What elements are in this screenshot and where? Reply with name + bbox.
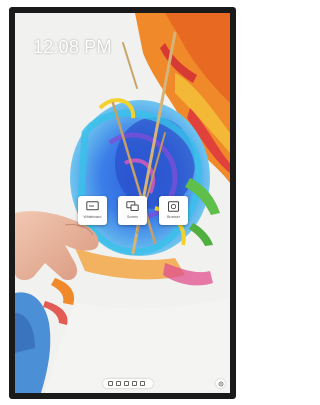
whiteboard-button[interactable]: Whiteboard — [78, 196, 107, 225]
browser-icon — [168, 201, 179, 212]
apps-icon[interactable] — [124, 381, 129, 386]
screen-share-icon — [126, 201, 139, 211]
taskbar — [103, 379, 153, 388]
gear-icon — [218, 381, 223, 386]
browser-button[interactable]: Browser — [159, 196, 188, 225]
display-device: 12:08 PM Whiteboard Screen Browser — [9, 7, 236, 399]
grid-icon[interactable] — [132, 381, 137, 386]
browser-label: Browser — [167, 215, 180, 219]
screen: 12:08 PM Whiteboard Screen Browser — [15, 13, 230, 393]
screen-label: Screen — [126, 215, 139, 219]
files-icon[interactable] — [140, 381, 145, 386]
home-icon[interactable] — [108, 381, 113, 386]
whiteboard-icon — [86, 201, 99, 211]
settings-button[interactable] — [216, 379, 225, 388]
window-icon[interactable] — [116, 381, 121, 386]
quick-actions: Whiteboard Screen Browser — [78, 196, 188, 228]
clock-time: 12:08 PM — [33, 37, 112, 57]
screen-button[interactable]: Screen — [118, 196, 147, 225]
whiteboard-label: Whiteboard — [83, 215, 102, 219]
